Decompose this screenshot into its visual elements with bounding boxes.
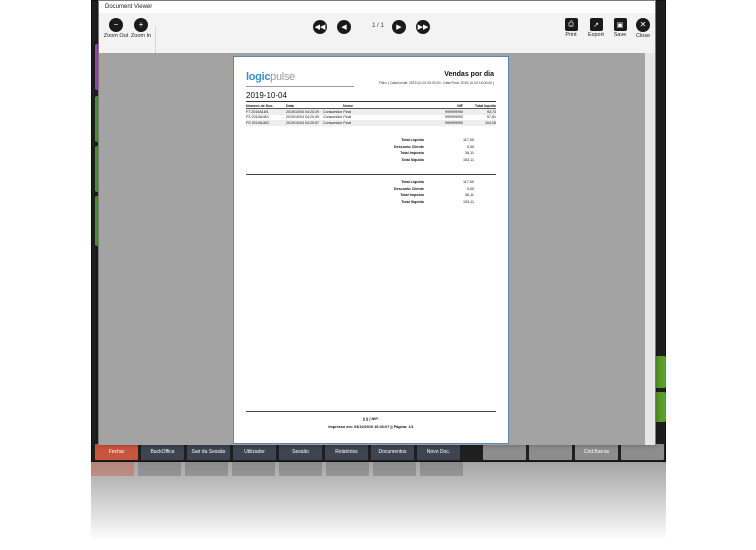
footer-company-line: || || | NIF: — [363, 417, 379, 421]
report-page: logicpulse Vendas por dia Filtro: [ Data… — [233, 56, 509, 444]
save-label: Save — [613, 32, 627, 38]
column-header-blank — [373, 104, 423, 108]
date-divider — [246, 101, 496, 102]
table-row: FS 2019A18/1 2019/10/04 04:20:49 Consumido… — [246, 115, 496, 120]
utilizador-button[interactable]: Utilizador — [233, 444, 276, 460]
backoffice-button[interactable]: BackOffice — [141, 444, 184, 460]
function-button-blank-3[interactable] — [621, 444, 664, 460]
export-label: Export — [588, 32, 604, 38]
function-button-blank-1[interactable] — [483, 444, 526, 460]
pos-function-bar: Fechar BackOffice Sair da Sessão Utiliza… — [95, 444, 665, 460]
printer-icon: ⎙ — [564, 18, 578, 31]
fechar-button[interactable]: Fechar — [95, 444, 138, 460]
export-icon: ↗ — [589, 18, 603, 31]
section-divider — [246, 174, 496, 175]
report-date: 2019-10-04 — [246, 91, 287, 100]
zoom-in-button[interactable]: + Zoom In — [126, 18, 156, 50]
window-title: Document Viewer — [105, 4, 153, 10]
viewer-toolbar: − Zoom Out + Zoom In ◀◀ ◀ 1 / 1 ▶ ▶▶ ⎙ P… — [99, 13, 658, 63]
column-header: Total líquido — [474, 104, 496, 108]
sessao-button[interactable]: Sessão — [279, 444, 322, 460]
floppy-disk-icon: ▣ — [613, 18, 627, 31]
close-button[interactable]: ✕ Close — [628, 18, 658, 50]
print-label: Print — [565, 32, 577, 38]
last-page-icon[interactable]: ▶▶ — [416, 20, 430, 34]
table-row: FS 2019A18/2 2019/10/04 04:20:57 Consumido… — [246, 120, 496, 126]
sair-sessao-button[interactable]: Sair da Sessão — [187, 444, 230, 460]
column-header: Data — [286, 104, 294, 108]
first-page-icon[interactable]: ◀◀ — [313, 20, 327, 34]
cod-barras-button[interactable]: Cód.Barras — [575, 444, 618, 460]
table-body: FT 2019A18/1 2019/10/04 04:20:29 Consumido… — [246, 109, 496, 126]
zoom-in-icon: + — [134, 18, 148, 32]
documentos-button[interactable]: Documentos — [371, 444, 414, 460]
report-filter: Filtro: [ Data Inicial: 2019-10-01 00:00… — [379, 81, 494, 85]
totals-block-grand: Total Líquido 117,00 Desconto Cliente 0,00… — [393, 180, 474, 204]
close-label: Close — [635, 33, 651, 39]
novo-doc-button[interactable]: Novo Doc. — [417, 444, 460, 460]
zoom-out-label: Zoom Out — [103, 33, 129, 39]
screen-reflection — [91, 462, 666, 550]
reflection-bar — [91, 462, 666, 476]
footer-divider — [246, 411, 496, 412]
previous-page-icon[interactable]: ◀ — [337, 20, 351, 34]
relatorios-button[interactable]: Relatórios — [325, 444, 368, 460]
close-icon: ✕ — [636, 18, 650, 32]
next-page-icon[interactable]: ▶ — [392, 20, 406, 34]
table-row: FT 2019A18/1 2019/10/04 04:20:29 Consumido… — [246, 109, 496, 115]
column-header: Nome — [343, 104, 353, 108]
document-canvas[interactable]: logicpulse Vendas por dia Filtro: [ Data… — [99, 53, 655, 445]
column-header: NIF — [457, 104, 463, 108]
function-button-blank-2[interactable] — [529, 444, 572, 460]
logicpulse-logo: logicpulse — [246, 71, 295, 83]
document-viewer-window: Document Viewer − Zoom Out + Zoom In ◀◀ … — [98, 0, 658, 445]
page-indicator: 1 / 1 — [372, 23, 384, 29]
logo-underline — [246, 86, 354, 87]
zoom-in-label: Zoom In — [130, 33, 152, 39]
footer-printed-line: Impresso em: 04/10/2019 16:26:07 || Pági… — [328, 425, 414, 429]
zoom-out-icon: − — [109, 18, 123, 32]
documents-table: Número de Doc. Data Nome NIF Total líqui… — [246, 104, 496, 126]
column-header: Número de Doc. — [246, 104, 274, 108]
report-title: Vendas por dia — [444, 71, 494, 78]
vertical-scrollbar[interactable] — [645, 53, 655, 445]
totals-block-day: Total Líquido 117,00 Desconto Cliente 0,00… — [393, 138, 474, 162]
